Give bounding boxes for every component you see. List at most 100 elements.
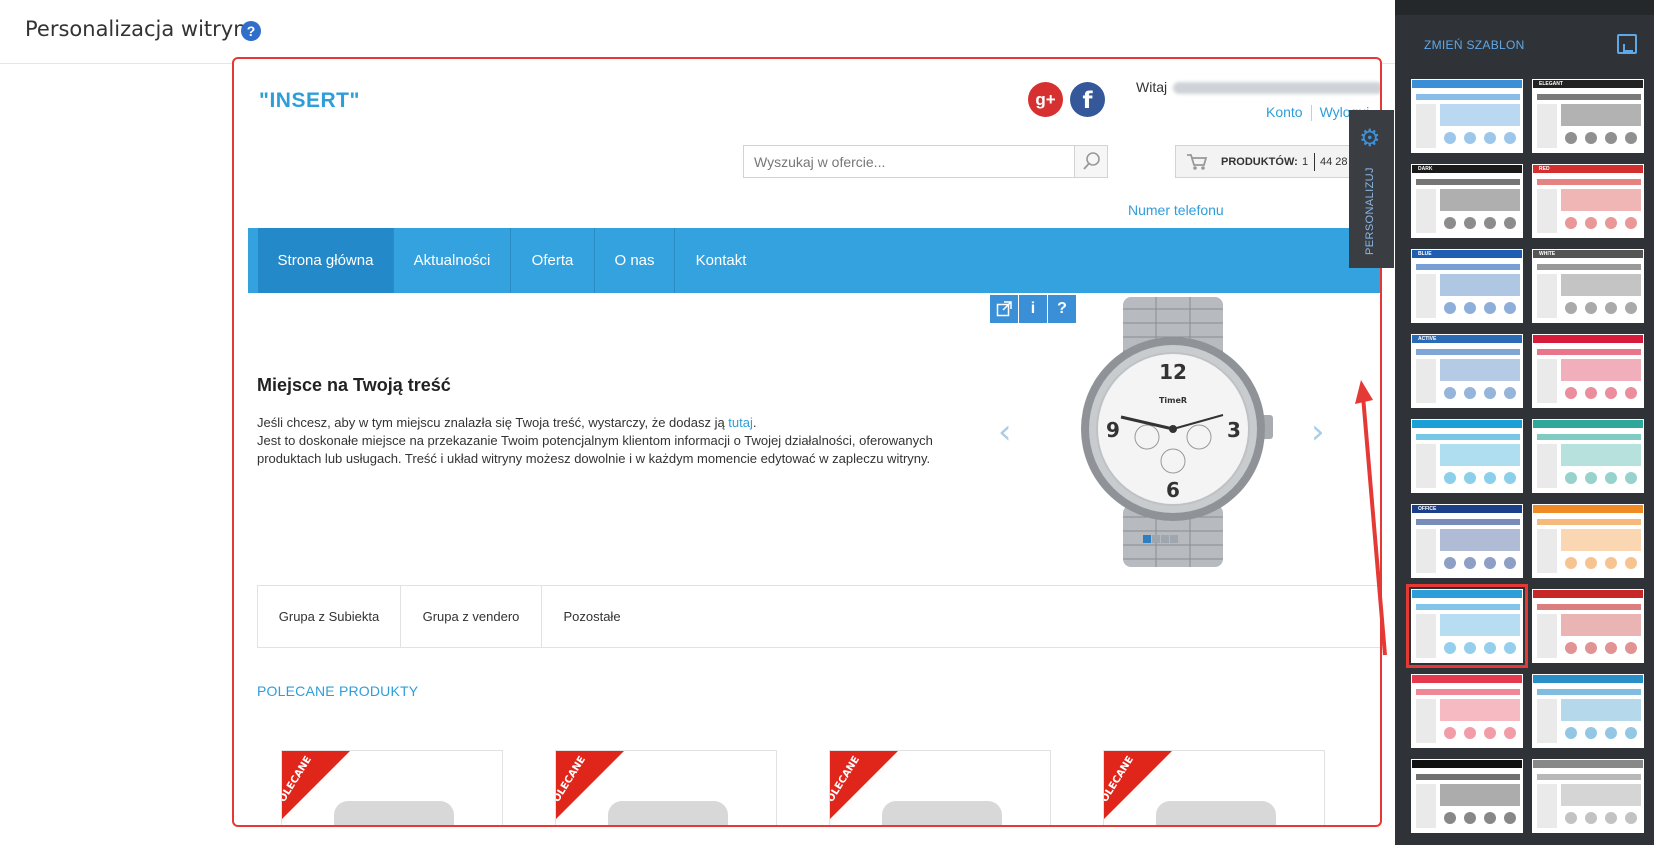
thumbnail-product [1464,472,1476,484]
template-thumbnail[interactable] [1411,79,1523,153]
thumbnail-product [1504,812,1516,824]
thumbnail-nav [1537,519,1641,525]
thumbnail-hero [1561,359,1641,381]
thumbnail-nav [1537,94,1641,100]
page-title: Personalizacja witryny [25,17,259,41]
thumbnail-product [1565,472,1577,484]
template-thumbnail[interactable]: WHITE [1532,249,1644,323]
template-thumbnail[interactable]: BLUE [1411,249,1523,323]
slider-dot[interactable] [1143,535,1151,543]
thumbnail-product [1565,302,1577,314]
thumbnail-header: RED [1533,165,1643,173]
help-icon[interactable]: ? [241,21,261,41]
nav-item-home[interactable]: Strona główna [258,228,394,293]
camera-icon [1156,801,1276,825]
slider-prev-arrow[interactable]: ‹ [998,412,1012,452]
thumbnail-product [1625,557,1637,569]
template-thumbnail[interactable] [1532,674,1644,748]
product-card[interactable]: POLECANE [555,750,777,825]
watch-number-12: 12 [1159,360,1187,384]
thumbnail-sidebar [1416,784,1436,828]
info-button[interactable]: i [1019,295,1047,323]
search-button[interactable] [1074,146,1107,177]
featured-products-title: POLECANE PRODUKTY [257,683,419,699]
thumbnail-product [1464,727,1476,739]
gear-icon: ⚙ [1359,124,1381,152]
thumbnail-product [1484,387,1496,399]
thumbnail-product [1605,642,1617,654]
slider-dot[interactable] [1152,535,1160,543]
product-card[interactable]: POLECANE [281,750,503,825]
template-thumbnail[interactable]: ELEGANT [1532,79,1644,153]
thumbnail-product [1605,727,1617,739]
thumbnail-sidebar [1416,274,1436,318]
phone-number[interactable]: Numer telefonu [1128,202,1224,218]
thumbnail-product [1504,557,1516,569]
slide-link[interactable]: tutaj [728,415,753,430]
template-thumbnail[interactable] [1411,419,1523,493]
thumbnail-sidebar [1537,444,1557,488]
template-name: OFFICE [1418,506,1437,512]
template-thumbnail[interactable] [1532,589,1644,663]
account-link[interactable]: Konto [1266,104,1303,120]
change-template-title: ZMIEŃ SZABLON [1424,38,1525,52]
thumbnail-product [1484,472,1496,484]
thumbnail-hero [1440,699,1520,721]
thumbnail-nav [1537,179,1641,185]
tab-pozostale[interactable]: Pozostałe [542,586,642,647]
personalize-tab[interactable]: ⚙ PERSONALIZUJ [1349,110,1394,268]
facebook-icon[interactable]: f [1070,82,1105,117]
template-name: ELEGANT [1539,81,1563,87]
thumbnail-product [1565,387,1577,399]
category-tabs: Grupa z Subiekta Grupa z vendero Pozosta… [257,585,1380,648]
slider-next-arrow[interactable]: › [1311,412,1325,452]
thumbnail-sidebar [1537,784,1557,828]
search-input[interactable] [744,146,1076,177]
template-thumbnail[interactable] [1532,504,1644,578]
template-name: DARK [1418,166,1433,172]
template-thumbnail[interactable] [1532,759,1644,833]
template-thumbnail[interactable]: ACTIVE [1411,334,1523,408]
template-thumbnail[interactable] [1532,334,1644,408]
slider-dot[interactable] [1170,535,1178,543]
thumbnail-hero [1561,784,1641,806]
template-thumbnail[interactable]: DARK [1411,164,1523,238]
thumbnail-nav [1416,519,1520,525]
slide-title: Miejsce na Twoją treść [257,375,451,395]
camera-icon [882,801,1002,825]
template-thumbnail[interactable] [1411,759,1523,833]
thumbnail-product [1504,387,1516,399]
thumbnail-header [1533,760,1643,768]
product-card[interactable]: POLECANE [1103,750,1325,825]
nav-item-about[interactable]: O nas [595,228,675,293]
thumbnail-sidebar [1416,614,1436,658]
nav-item-contact[interactable]: Kontakt [675,228,767,293]
tab-grupa-vendero[interactable]: Grupa z vendero [401,586,542,647]
product-card[interactable]: POLECANE [829,750,1051,825]
template-gallery-icon[interactable] [1617,34,1637,54]
thumbnail-product [1464,387,1476,399]
sidebar-top-bar [1395,0,1654,15]
tab-grupa-subiekta[interactable]: Grupa z Subiekta [258,586,401,647]
thumbnail-product [1444,472,1456,484]
thumbnail-product [1444,557,1456,569]
template-thumbnail[interactable] [1411,674,1523,748]
camera-icon [334,801,454,825]
template-thumbnail[interactable] [1406,584,1528,668]
slide-text-intro: Jeśli chcesz, aby w tym miejscu znalazła… [257,415,729,430]
store-logo[interactable]: "INSERT" [259,89,360,113]
slider-dot[interactable] [1161,535,1169,543]
template-thumbnail[interactable]: RED [1532,164,1644,238]
google-plus-icon[interactable]: g+ [1028,82,1063,117]
thumbnail-product [1585,302,1597,314]
template-thumbnail[interactable] [1532,419,1644,493]
thumbnail-product [1484,727,1496,739]
cart-icon [1187,154,1208,170]
greeting-text: Witaj [1136,79,1168,95]
thumbnail-product [1444,812,1456,824]
nav-item-news[interactable]: Aktualności [394,228,511,293]
thumbnail-product [1565,132,1577,144]
template-thumbnail[interactable]: OFFICE [1411,504,1523,578]
external-link-button[interactable] [990,295,1018,323]
nav-item-offer[interactable]: Oferta [511,228,595,293]
